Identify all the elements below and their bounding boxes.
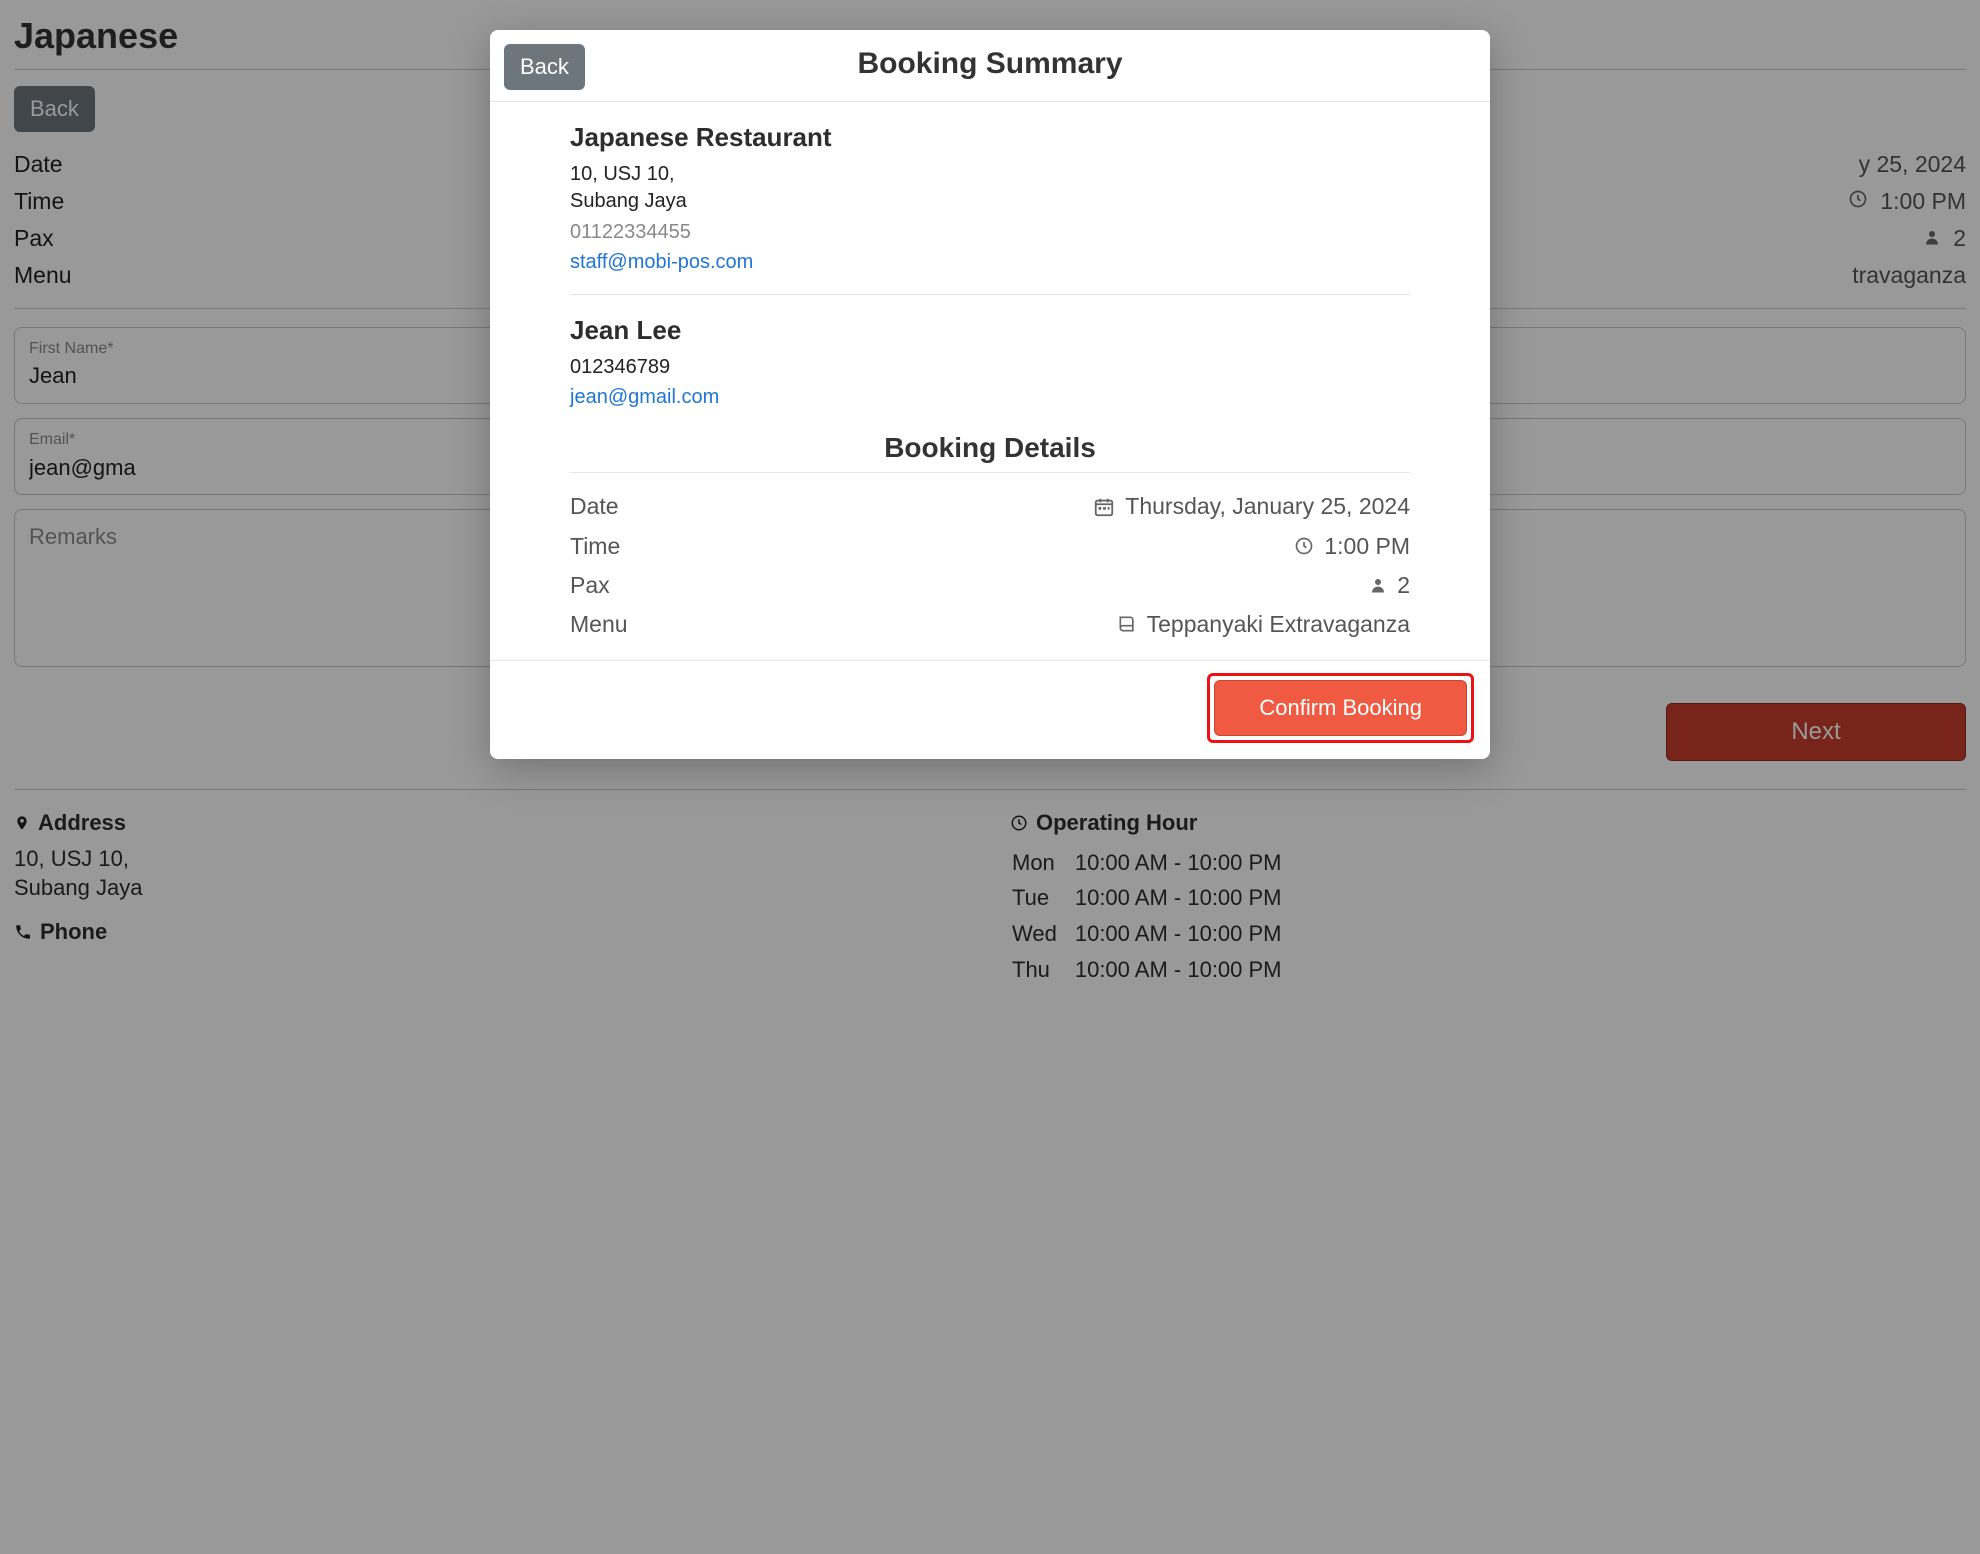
modal-title: Booking Summary xyxy=(506,44,1474,85)
detail-value-time: 1:00 PM xyxy=(1324,531,1410,562)
book-icon xyxy=(1117,614,1137,634)
modal-header: Back Booking Summary xyxy=(490,30,1490,102)
calendar-icon xyxy=(1093,496,1115,518)
clock-icon xyxy=(1294,536,1314,556)
detail-label-pax: Pax xyxy=(570,570,610,601)
modal-overlay: Back Booking Summary Japanese Restaurant… xyxy=(0,0,1980,1554)
customer-name: Jean Lee xyxy=(570,313,1410,348)
booking-summary-modal: Back Booking Summary Japanese Restaurant… xyxy=(490,30,1490,759)
detail-label-time: Time xyxy=(570,531,620,562)
detail-label-menu: Menu xyxy=(570,609,628,640)
confirm-booking-button[interactable]: Confirm Booking xyxy=(1214,680,1467,736)
restaurant-address-line2: Subang Jaya xyxy=(570,188,1410,215)
modal-back-button[interactable]: Back xyxy=(504,44,585,90)
restaurant-name: Japanese Restaurant xyxy=(570,120,1410,155)
divider xyxy=(570,294,1410,295)
detail-value-pax: 2 xyxy=(1397,570,1410,601)
customer-email-link[interactable]: jean@gmail.com xyxy=(570,386,719,408)
confirm-button-highlight: Confirm Booking xyxy=(1207,673,1474,743)
restaurant-address-line1: 10, USJ 10, xyxy=(570,161,1410,188)
booking-details-heading: Booking Details xyxy=(570,429,1410,467)
detail-value-menu: Teppanyaki Extravaganza xyxy=(1147,609,1410,640)
restaurant-phone: 01122334455 xyxy=(570,219,1410,246)
person-icon xyxy=(1369,576,1387,594)
restaurant-email-link[interactable]: staff@mobi-pos.com xyxy=(570,251,753,273)
modal-footer: Confirm Booking xyxy=(490,660,1490,759)
detail-value-date: Thursday, January 25, 2024 xyxy=(1125,491,1410,522)
divider xyxy=(570,472,1410,473)
detail-label-date: Date xyxy=(570,491,619,522)
modal-body: Japanese Restaurant 10, USJ 10, Subang J… xyxy=(490,102,1490,660)
customer-phone: 012346789 xyxy=(570,354,1410,381)
